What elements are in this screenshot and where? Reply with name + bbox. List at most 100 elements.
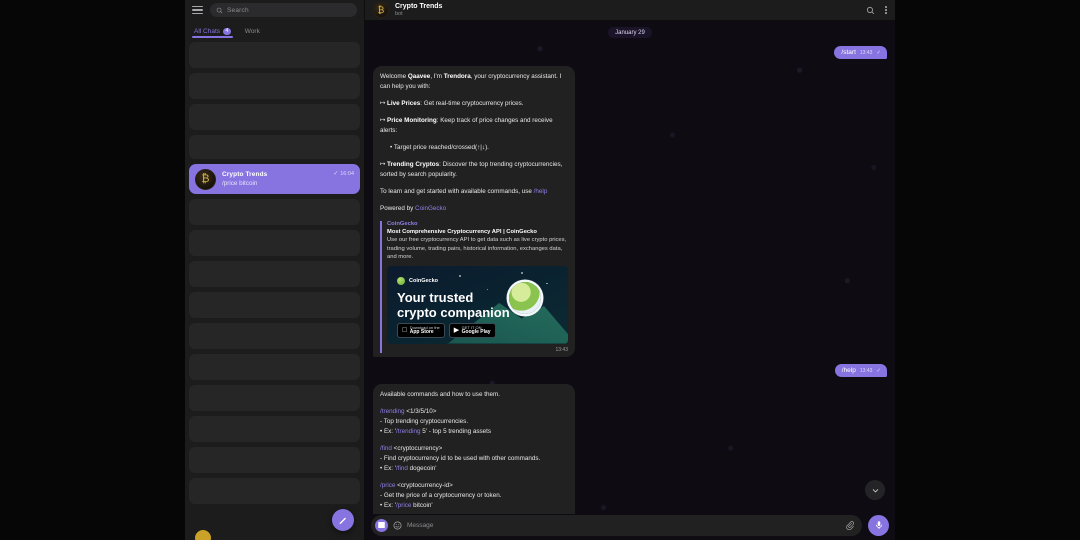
pencil-icon	[339, 517, 346, 525]
tab-all-chats-badge: 4	[223, 28, 231, 35]
trending-command-link[interactable]: /trending	[380, 408, 405, 415]
list-item[interactable]	[189, 292, 360, 318]
avatar[interactable]	[195, 530, 211, 540]
microphone-icon	[875, 521, 882, 530]
trending-example-link[interactable]: /trending	[396, 428, 421, 435]
chat-panel: ₿ Crypto Trends bot January 29 /start 13…	[365, 0, 895, 540]
price-command-link[interactable]: /price	[380, 482, 395, 489]
preview-headline-line2: crypto companion	[397, 304, 510, 320]
avatar: ₿	[373, 2, 389, 18]
message-bubble-start[interactable]: /start 13:43 ✓	[834, 46, 887, 59]
double-check-icon: ✓	[876, 50, 881, 56]
tab-all-chats[interactable]: All Chats 4	[192, 28, 233, 38]
message-composer: Message	[365, 514, 895, 540]
paperclip-icon[interactable]	[845, 520, 855, 530]
app-store-badge[interactable]:  Download on the App Store	[397, 322, 445, 338]
message-paragraph: • Target price reached/crossed(↑|↓).	[390, 144, 489, 151]
kebab-menu-icon[interactable]	[885, 5, 887, 15]
help-command-link[interactable]: /help	[534, 188, 548, 195]
list-item[interactable]	[189, 73, 360, 99]
link-preview-description: Use our free cryptocurrency API to get d…	[387, 237, 567, 260]
date-divider: January 29	[608, 27, 652, 38]
sidebar-toolbar: Search	[185, 0, 364, 20]
app-window: Search All Chats 4 Work ₿ Crypto Trends …	[0, 0, 1080, 540]
coingecko-logo: CoinGecko	[397, 276, 439, 285]
list-item[interactable]	[189, 323, 360, 349]
message-list[interactable]: January 29 /start 13:43 ✓ Welcome Qaavee…	[365, 21, 895, 514]
google-play-badge-big: Google Play	[456, 328, 491, 335]
search-placeholder: Search	[227, 6, 249, 14]
voice-message-button[interactable]	[868, 514, 889, 536]
chat-list-sidebar: Search All Chats 4 Work ₿ Crypto Trends …	[185, 0, 365, 540]
chat-item-time: 16:04	[340, 170, 354, 177]
list-item[interactable]	[189, 354, 360, 380]
message-text: /start	[841, 49, 856, 56]
chat-item-preview: /price bitcoin	[222, 180, 258, 188]
list-item[interactable]	[189, 42, 360, 68]
google-play-badge[interactable]: ▶ GET IT ON Google Play	[448, 322, 496, 338]
message-text: /help	[841, 366, 856, 374]
message-paragraph: ↦ Trending Cryptos: Discover the top tre…	[380, 161, 563, 178]
list-item[interactable]	[189, 385, 360, 411]
list-item[interactable]	[189, 416, 360, 442]
tab-all-chats-label: All Chats	[194, 28, 221, 35]
compose-button[interactable]	[332, 509, 354, 531]
list-item[interactable]	[189, 135, 360, 159]
find-example-link[interactable]: /find	[396, 465, 408, 472]
list-item[interactable]	[189, 104, 360, 130]
scroll-to-bottom-button[interactable]	[865, 480, 885, 500]
apple-icon: 	[402, 327, 407, 334]
link-preview-title: Most Comprehensive Cryptocurrency API | …	[387, 228, 537, 235]
avatar: ₿	[195, 168, 216, 190]
chat-list[interactable]: ₿ Crypto Trends /price bitcoin ✓ 16:04	[185, 38, 364, 540]
link-preview-image[interactable]: CoinGecko Your trusted crypto companion …	[387, 265, 568, 344]
message-placeholder: Message	[407, 521, 434, 529]
message-time: 13:43	[859, 367, 873, 374]
chat-header: ₿ Crypto Trends bot	[365, 0, 895, 21]
list-item[interactable]	[189, 199, 360, 225]
tab-work[interactable]: Work	[245, 28, 260, 38]
find-command-link[interactable]: /find	[380, 445, 392, 452]
double-check-icon: ✓	[876, 367, 881, 374]
message-bubble-commands[interactable]: Available commands and how to use them. …	[373, 383, 575, 514]
app-store-badge-big: App Store	[404, 328, 434, 335]
message-bubble-welcome[interactable]: Welcome Qaavee, I'm Trendora, your crypt…	[373, 66, 575, 357]
coingecko-logo-text: CoinGecko	[409, 277, 439, 284]
message-paragraph: To learn and get started with available …	[380, 188, 548, 195]
message-input-field[interactable]: Message	[371, 514, 862, 536]
chat-subtitle: bot	[395, 11, 403, 18]
search-icon	[216, 7, 223, 13]
message-row-incoming: Available commands and how to use them. …	[373, 383, 887, 514]
list-item[interactable]	[189, 447, 360, 473]
search-icon[interactable]	[866, 6, 875, 15]
bot-commands-icon[interactable]	[375, 518, 388, 532]
link-preview-card[interactable]: CoinGecko Most Comprehensive Cryptocurre…	[380, 221, 568, 353]
message-time: 13:43	[859, 50, 873, 56]
store-badges:  Download on the App Store ▶ G	[397, 322, 496, 338]
message-row-outgoing: /help 13:43 ✓	[373, 363, 887, 377]
chat-item-meta: ✓ 16:04	[333, 170, 354, 178]
sidebar-item-crypto-trends[interactable]: ₿ Crypto Trends /price bitcoin ✓ 16:04	[189, 164, 360, 194]
tab-work-label: Work	[244, 28, 260, 35]
message-bubble-help[interactable]: /help 13:43 ✓	[834, 363, 887, 377]
price-example-link[interactable]: /price	[396, 502, 411, 509]
right-gutter	[895, 0, 1080, 540]
message-paragraph: Welcome Qaavee, I'm Trendora, your crypt…	[380, 73, 562, 90]
preview-headline-line1: Your trusted	[397, 289, 474, 305]
message-row-outgoing: /start 13:43 ✓	[373, 46, 887, 59]
list-item[interactable]	[189, 478, 360, 504]
message-paragraph: /find <cryptocurrency> - Find cryptocurr…	[380, 444, 541, 472]
coingecko-link[interactable]: CoinGecko	[415, 205, 446, 212]
message-paragraph: /price <cryptocurrency-id> - Get the pri…	[380, 481, 502, 509]
astronaut-gecko-illustration	[509, 281, 541, 314]
message-row-incoming: Welcome Qaavee, I'm Trendora, your crypt…	[373, 66, 887, 357]
double-check-icon: ✓	[333, 171, 339, 177]
list-item[interactable]	[189, 230, 360, 256]
left-gutter	[0, 0, 185, 540]
hamburger-icon[interactable]	[192, 5, 203, 15]
list-item[interactable]	[189, 261, 360, 287]
play-icon: ▶	[454, 327, 459, 334]
message-paragraph: Powered by CoinGecko	[380, 205, 447, 212]
search-input[interactable]: Search	[210, 3, 357, 17]
emoji-icon[interactable]	[393, 521, 402, 530]
